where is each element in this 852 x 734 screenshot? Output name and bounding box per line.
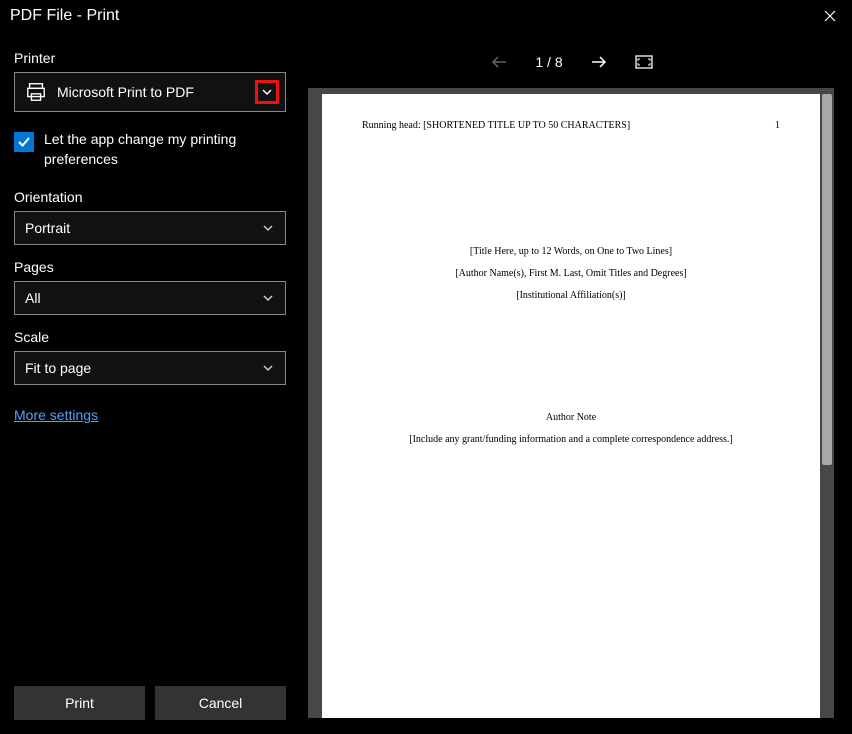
orientation-label: Orientation bbox=[14, 189, 286, 205]
preferences-checkbox[interactable] bbox=[14, 132, 34, 152]
fullscreen-icon bbox=[635, 55, 653, 69]
chevron-down-icon bbox=[261, 86, 273, 98]
fit-to-window-button[interactable] bbox=[635, 55, 653, 69]
close-icon bbox=[824, 10, 836, 22]
printer-label: Printer bbox=[14, 50, 286, 66]
pages-dropdown[interactable]: All bbox=[14, 281, 286, 315]
doc-author: [Author Name(s), First M. Last, Omit Tit… bbox=[362, 263, 780, 285]
chevron-down-icon bbox=[262, 222, 274, 234]
author-note-heading: Author Note bbox=[362, 407, 780, 429]
scale-label: Scale bbox=[14, 329, 286, 345]
preview-toolbar: 1 / 8 bbox=[308, 42, 834, 82]
arrow-right-icon bbox=[590, 55, 608, 69]
titlebar: PDF File - Print bbox=[0, 0, 852, 32]
scale-selected-value: Fit to page bbox=[25, 360, 91, 376]
document-page: Running head: [SHORTENED TITLE UP TO 50 … bbox=[322, 94, 820, 718]
printer-dropdown[interactable]: Microsoft Print to PDF bbox=[14, 72, 286, 112]
settings-panel: Printer Microsoft Print to PDF Let the a… bbox=[0, 32, 300, 734]
cancel-button[interactable]: Cancel bbox=[155, 686, 286, 720]
running-head: Running head: [SHORTENED TITLE UP TO 50 … bbox=[362, 120, 630, 131]
chevron-down-icon bbox=[262, 362, 274, 374]
doc-title: [Title Here, up to 12 Words, on One to T… bbox=[362, 241, 780, 263]
orientation-selected-value: Portrait bbox=[25, 220, 70, 236]
preview-scrollbar[interactable] bbox=[822, 94, 832, 712]
preview-panel: 1 / 8 Running head: [SHORTENED TITLE UP … bbox=[300, 32, 852, 734]
more-settings-link[interactable]: More settings bbox=[14, 407, 286, 423]
check-icon bbox=[17, 135, 31, 149]
printer-selected-value: Microsoft Print to PDF bbox=[57, 84, 194, 100]
prev-page-button bbox=[489, 52, 509, 72]
pages-selected-value: All bbox=[25, 290, 41, 306]
chevron-down-icon bbox=[262, 292, 274, 304]
scrollbar-thumb[interactable] bbox=[822, 94, 832, 465]
doc-affiliation: [Institutional Affiliation(s)] bbox=[362, 285, 780, 307]
pages-label: Pages bbox=[14, 259, 286, 275]
next-page-button[interactable] bbox=[589, 52, 609, 72]
author-note-body: [Include any grant/funding information a… bbox=[362, 429, 780, 451]
orientation-dropdown[interactable]: Portrait bbox=[14, 211, 286, 245]
arrow-left-icon bbox=[490, 55, 508, 69]
highlight-marker bbox=[255, 80, 279, 104]
printer-icon bbox=[25, 81, 47, 103]
preview-frame: Running head: [SHORTENED TITLE UP TO 50 … bbox=[308, 88, 834, 718]
page-number: 1 bbox=[775, 120, 780, 131]
scale-dropdown[interactable]: Fit to page bbox=[14, 351, 286, 385]
close-button[interactable] bbox=[816, 2, 844, 30]
preferences-checkbox-label: Let the app change my printing preferenc… bbox=[44, 130, 286, 169]
page-indicator: 1 / 8 bbox=[535, 54, 562, 70]
window-title: PDF File - Print bbox=[10, 7, 119, 25]
print-button[interactable]: Print bbox=[14, 686, 145, 720]
